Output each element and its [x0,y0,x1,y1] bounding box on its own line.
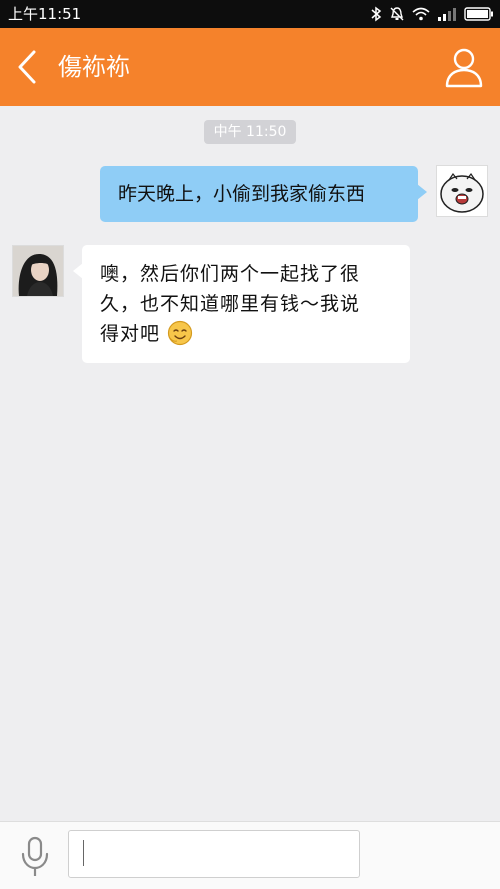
back-button[interactable] [12,48,46,86]
sent-message-bubble[interactable]: 昨天晚上，小偷到我家偷东西 [100,166,427,222]
received-message-line-2: 久，也不知道哪里有钱～我说 [100,293,361,315]
received-message-bubble[interactable]: 噢，然后你们两个一起找了很 久，也不知道哪里有钱～我说 得对吧 [73,245,410,363]
my-avatar[interactable] [436,165,488,217]
meme-face-avatar-image [437,166,487,216]
battery-icon [464,7,494,21]
chevron-left-icon [18,50,36,84]
contact-profile-button[interactable] [444,46,484,88]
status-time: 上午11:51 [8,5,82,23]
received-message-line-1: 噢，然后你们两个一起找了很 [100,263,361,285]
contact-name-title: 傷袮袮 [58,53,130,81]
message-input-bar [0,821,500,889]
sent-message-text: 昨天晚上，小偷到我家偷东西 [118,183,366,205]
chat-header: 傷袮袮 [0,28,500,106]
message-timestamp: 中午 11:50 [204,120,296,144]
message-text-input[interactable] [68,830,360,878]
bluetooth-icon [370,6,382,22]
alarm-off-icon [389,6,405,22]
microphone-icon [21,836,49,876]
voice-input-button[interactable] [18,836,52,878]
status-bar: 上午11:51 [0,0,500,28]
contact-avatar[interactable] [12,245,64,297]
signal-icon [437,7,457,21]
smiling-face-emoji-icon [167,320,193,346]
text-cursor [83,840,84,866]
status-icons [370,4,494,24]
person-outline-icon [445,48,483,88]
received-message-line-3: 得对吧 [100,323,161,345]
contact-photo-avatar-image [13,246,63,296]
wifi-icon [412,7,430,21]
